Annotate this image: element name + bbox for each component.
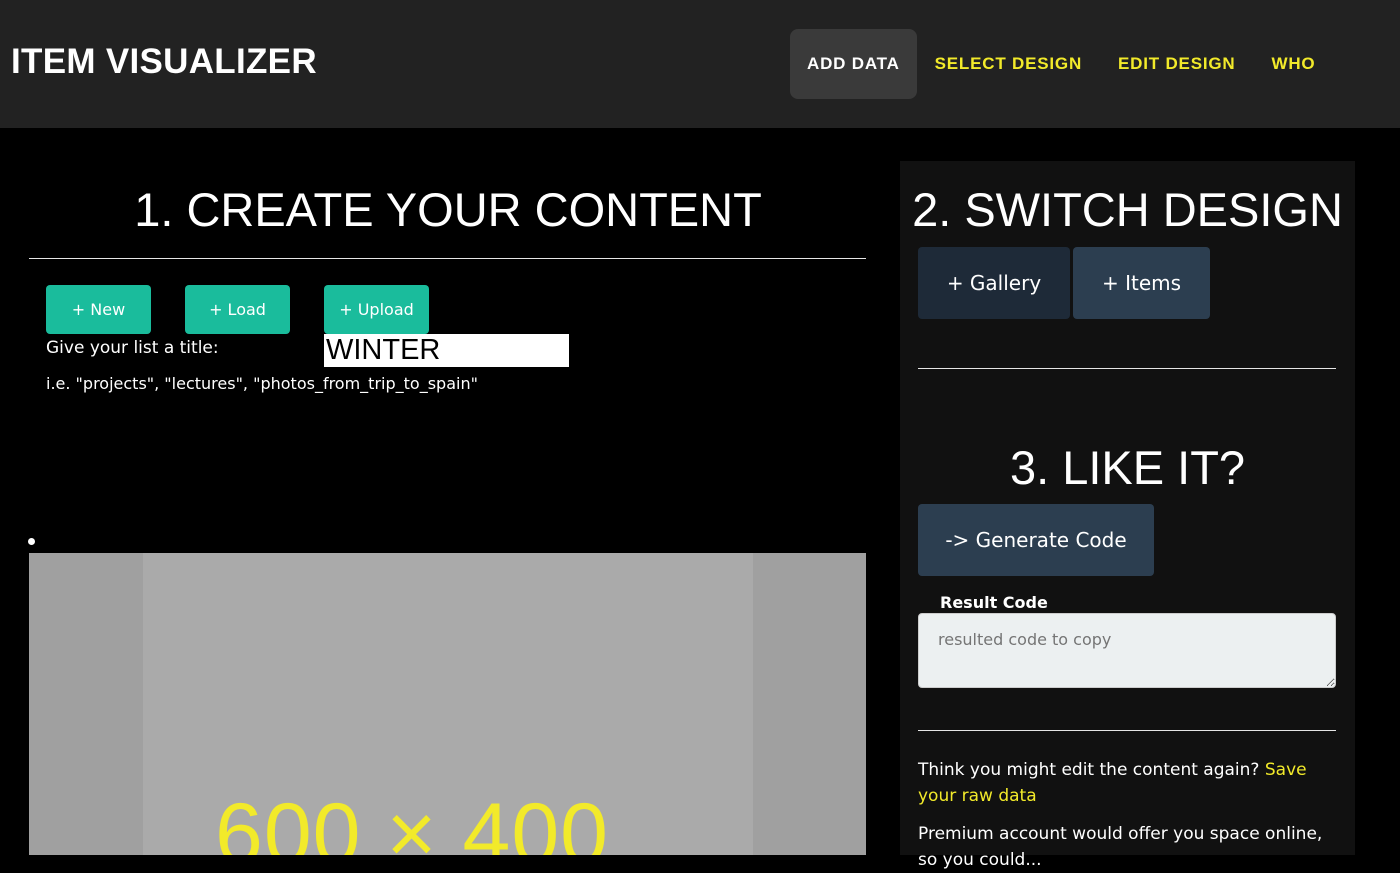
new-button[interactable]: + New <box>46 285 151 334</box>
premium-paragraph: Premium account would offer you space on… <box>918 824 1323 870</box>
placeholder-dimensions: 600 × 400 <box>215 786 609 855</box>
switch-design-title: 2. SWITCH DESIGN <box>912 183 1343 236</box>
nav-edit-design[interactable]: EDIT DESIGN <box>1100 29 1253 99</box>
create-content-title: 1. CREATE YOUR CONTENT <box>134 183 762 236</box>
list-title-input[interactable] <box>324 334 569 367</box>
list-title-label: Give your list a title: <box>46 338 219 358</box>
gallery-button[interactable]: + Gallery <box>918 247 1070 319</box>
list-bullet <box>28 538 35 545</box>
save-data-paragraph: Think you might edit the content again? … <box>918 757 1338 809</box>
brand-title: ITEM VISUALIZER <box>11 42 317 81</box>
nav-who[interactable]: WHO <box>1253 29 1333 99</box>
like-it-title: 3. LIKE IT? <box>1009 441 1246 494</box>
list-title-hint: i.e. "projects", "lectures", "photos_fro… <box>46 374 478 393</box>
item-preview-image: 600 × 400 <box>29 553 866 855</box>
divider <box>918 730 1336 731</box>
upload-button[interactable]: + Upload <box>324 285 429 334</box>
main-nav: ADD DATA SELECT DESIGN EDIT DESIGN WHO <box>790 29 1333 99</box>
result-code-label: Result Code <box>940 593 1048 612</box>
result-code-textarea[interactable] <box>918 613 1336 688</box>
edit-prompt: Think you might edit the content again? <box>918 760 1260 780</box>
divider <box>29 258 866 259</box>
design-panel: 2. SWITCH DESIGN + Gallery + Items 3. LI… <box>900 161 1355 870</box>
nav-add-data[interactable]: ADD DATA <box>790 29 917 99</box>
divider <box>918 368 1336 369</box>
generate-code-button[interactable]: -> Generate Code <box>918 504 1154 576</box>
nav-select-design[interactable]: SELECT DESIGN <box>917 29 1100 99</box>
top-bar: ITEM VISUALIZER ADD DATA SELECT DESIGN E… <box>0 0 1400 128</box>
load-button[interactable]: + Load <box>185 285 290 334</box>
items-button[interactable]: + Items <box>1073 247 1210 319</box>
